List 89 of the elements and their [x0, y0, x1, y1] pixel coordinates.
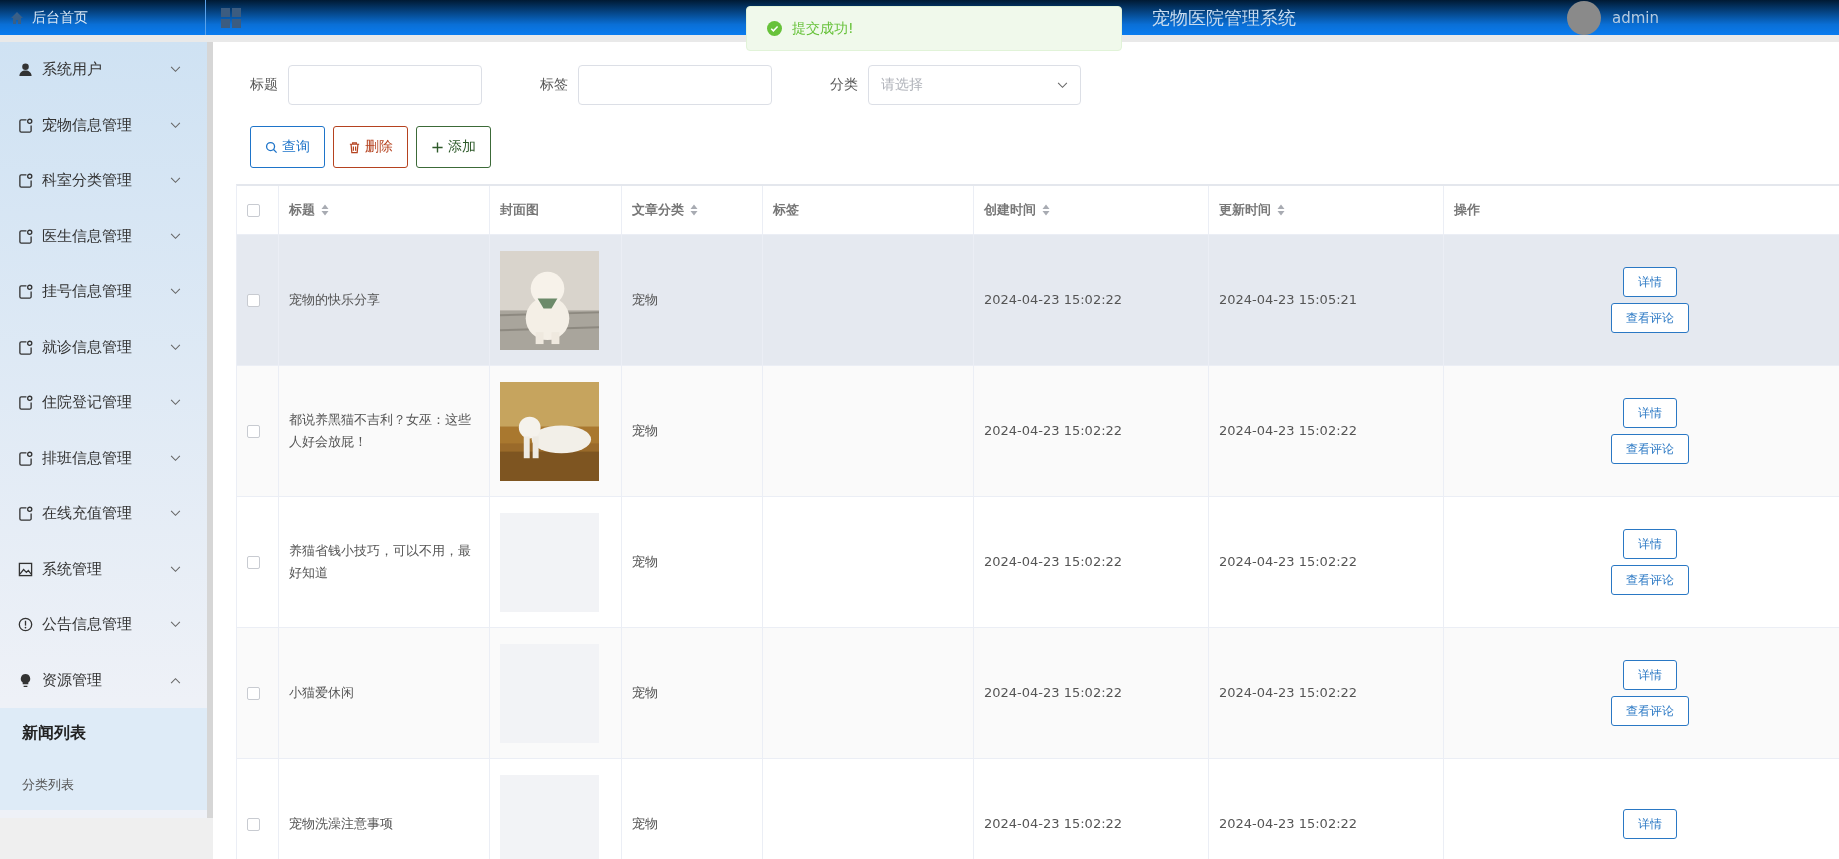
submenu-item[interactable]: 新闻列表	[0, 708, 207, 759]
document-icon	[18, 339, 33, 355]
document-icon	[18, 173, 33, 189]
filter-label: 标签	[540, 76, 568, 94]
row-checkbox[interactable]	[247, 555, 260, 569]
sidebar-item[interactable]: 排班信息管理	[0, 430, 207, 486]
sidebar-item[interactable]: 在线充值管理	[0, 486, 207, 542]
user-icon	[18, 62, 33, 78]
row-action-button[interactable]: 查看评论	[1611, 434, 1689, 464]
row-action-button[interactable]: 详情	[1623, 398, 1677, 428]
select-all-checkbox[interactable]	[247, 203, 260, 217]
sidebar-item[interactable]: 就诊信息管理	[0, 319, 207, 375]
sort-icon[interactable]	[690, 204, 698, 216]
table-cell: 2024-04-23 15:02:22	[1209, 366, 1444, 497]
row-action-button[interactable]: 详情	[1623, 529, 1677, 559]
alert-icon	[18, 617, 33, 633]
search-icon	[265, 140, 278, 154]
user-name[interactable]: admin	[1612, 8, 1659, 27]
table-cell: 宠物	[622, 759, 763, 859]
chevron-down-icon	[170, 510, 181, 518]
row-action-button[interactable]: 查看评论	[1611, 303, 1689, 333]
sidebar-item[interactable]: 系统用户	[0, 42, 207, 98]
document-icon	[18, 395, 33, 411]
chevron-down-icon	[170, 232, 181, 240]
search-button[interactable]: 查询	[250, 126, 325, 168]
sidebar-item[interactable]: 宠物信息管理	[0, 97, 207, 153]
sidebar-item[interactable]: 医生信息管理	[0, 208, 207, 264]
chevron-down-icon	[170, 343, 181, 351]
chevron-down-icon	[170, 288, 181, 296]
row-action-button[interactable]: 详情	[1623, 660, 1677, 690]
avatar[interactable]	[1566, 0, 1602, 36]
chevron-down-icon	[170, 565, 181, 573]
chevron-down-icon	[170, 66, 181, 74]
sidebar-item[interactable]: 公告信息管理	[0, 597, 207, 653]
row-checkbox[interactable]	[247, 293, 260, 307]
bulb-icon	[18, 672, 33, 688]
home-link[interactable]: 后台首页	[32, 8, 88, 27]
chevron-down-icon	[170, 121, 181, 129]
home-icon	[10, 10, 24, 25]
table-cell: 2024-04-23 15:02:22	[1209, 628, 1444, 759]
chevron-down-icon	[170, 399, 181, 407]
sidebar-item[interactable]: 资源管理	[0, 652, 207, 708]
sidebar-item[interactable]: 住院登记管理	[0, 375, 207, 431]
table-cell: 宠物洗澡注意事项	[279, 759, 490, 859]
sort-icon[interactable]	[1042, 204, 1050, 216]
toast-message: 提交成功!	[792, 19, 854, 38]
document-icon	[18, 117, 33, 133]
document-icon	[18, 506, 33, 522]
table-cell: 2024-04-23 15:02:22	[974, 759, 1209, 859]
input-field[interactable]	[288, 65, 482, 105]
chevron-up-icon	[170, 676, 181, 684]
chevron-down-icon	[170, 621, 181, 629]
input-field[interactable]	[578, 65, 772, 105]
filter-label: 标题	[250, 76, 278, 94]
app-title: 宠物医院管理系统	[1152, 5, 1296, 30]
row-checkbox[interactable]	[247, 686, 260, 700]
sidebar-item[interactable]: 科室分类管理	[0, 153, 207, 209]
table-cell: 2024-04-23 15:02:22	[974, 628, 1209, 759]
document-icon	[18, 450, 33, 466]
sort-icon[interactable]	[1277, 204, 1285, 216]
sort-icon[interactable]	[321, 204, 329, 216]
table-cell: 都说养黑猫不吉利？女巫：这些人好会放屁！	[279, 366, 490, 497]
row-action-button[interactable]: 详情	[1623, 809, 1677, 839]
table-cell: 2024-04-23 15:02:22	[1209, 759, 1444, 859]
row-action-button[interactable]: 查看评论	[1611, 696, 1689, 726]
row-action-button[interactable]: 查看评论	[1611, 565, 1689, 595]
table-cell: 宠物	[622, 366, 763, 497]
table-cell: 2024-04-23 15:02:22	[974, 366, 1209, 497]
chevron-down-icon	[170, 177, 181, 185]
filter-label: 分类	[830, 76, 858, 94]
row-action-button[interactable]: 详情	[1623, 267, 1677, 297]
add-button[interactable]: 添加	[416, 126, 491, 168]
table-cell: 宠物	[622, 628, 763, 759]
grid-icon[interactable]	[220, 6, 242, 29]
table-cell: 小猫爱休闲	[279, 628, 490, 759]
submenu-item[interactable]: 分类列表	[0, 759, 207, 810]
chevron-down-icon	[1057, 81, 1068, 89]
delete-button[interactable]: 删除	[333, 126, 408, 168]
document-icon	[18, 284, 33, 300]
row-checkbox[interactable]	[247, 817, 260, 831]
document-icon	[18, 228, 33, 244]
image-icon	[18, 561, 33, 577]
trash-icon	[348, 140, 361, 154]
plus-icon	[431, 140, 444, 154]
sidebar-item[interactable]: 挂号信息管理	[0, 264, 207, 320]
chevron-down-icon	[170, 454, 181, 462]
sidebar-item[interactable]: 系统管理	[0, 541, 207, 597]
check-icon	[767, 21, 782, 36]
row-checkbox[interactable]	[247, 424, 260, 438]
